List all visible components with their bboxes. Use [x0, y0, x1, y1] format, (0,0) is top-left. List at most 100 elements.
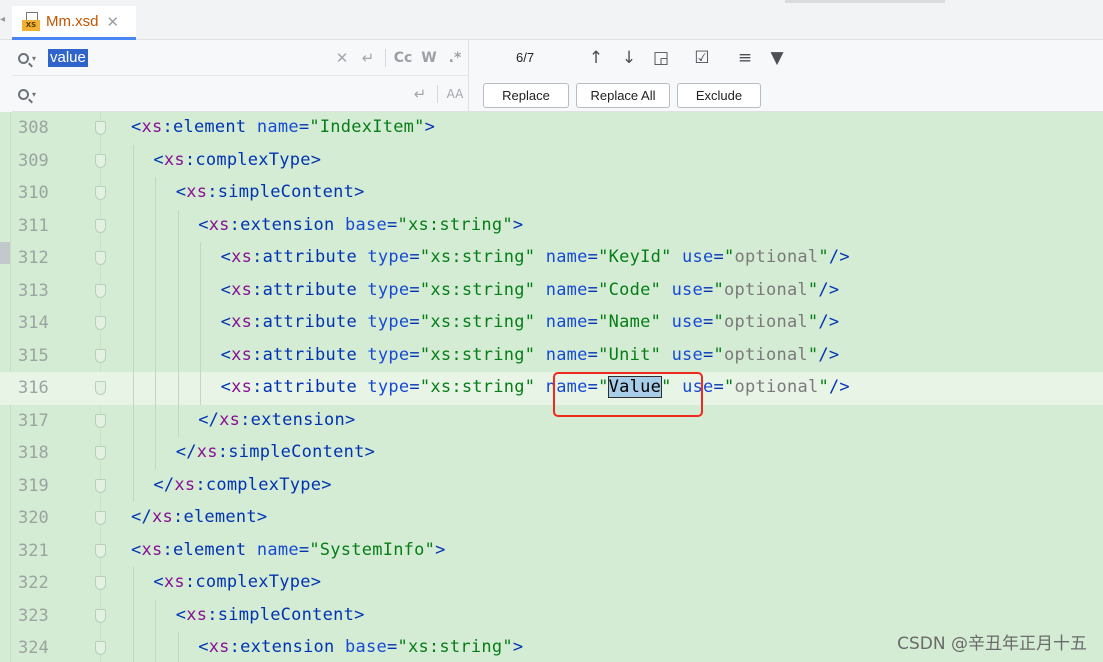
fold-marker-icon[interactable]	[95, 446, 106, 460]
code-line[interactable]: 310 <xs:simpleContent>	[0, 177, 1103, 210]
code-token: <	[220, 377, 232, 397]
code-token: "	[818, 247, 829, 267]
fold-marker-icon[interactable]	[95, 316, 106, 330]
code-line[interactable]: 313 <xs:attribute type="xs:string" name="…	[0, 274, 1103, 307]
code-token: xs	[163, 149, 185, 170]
code-token: use	[682, 247, 714, 267]
code-token: =	[713, 247, 725, 267]
line-number: 311	[18, 215, 49, 236]
match-case-icon[interactable]: Cc	[390, 50, 416, 66]
indent-guide	[133, 339, 134, 372]
code-line[interactable]: 309 <xs:complexType>	[0, 144, 1103, 177]
code-token: xs	[174, 474, 196, 495]
code-line[interactable]: 315 <xs:attribute type="xs:string" name="…	[0, 339, 1103, 372]
tab-mm-xsd[interactable]: XS Mm.xsd ✕	[12, 6, 136, 40]
arrow-down-icon[interactable]: ↓	[617, 46, 641, 70]
code-editor[interactable]: 308 <xs:element name="IndexItem"> 309 <xs:c…	[0, 112, 1103, 662]
fold-marker-icon[interactable]	[95, 641, 106, 655]
line-number: 324	[18, 638, 49, 658]
line-number: 317	[18, 410, 49, 431]
fold-marker-icon[interactable]	[95, 218, 106, 233]
close-icon[interactable]: ✕	[107, 13, 120, 31]
line-number: 308	[18, 118, 49, 138]
filter-icon[interactable]: ▼	[765, 46, 789, 70]
code-line[interactable]: 308 <xs:element name="IndexItem">	[0, 112, 1103, 145]
code-token: name	[256, 117, 299, 137]
code-token: <	[153, 572, 164, 592]
code-token: :attribute	[252, 344, 368, 365]
code-text: <xs:attribute type="xs:string" name="Val…	[220, 376, 850, 398]
search-history-icon[interactable]: ▾	[12, 52, 42, 64]
code-line[interactable]: 318 </xs:simpleContent>	[0, 437, 1103, 470]
code-token: >	[424, 117, 436, 137]
code-token: <	[131, 117, 142, 137]
filter-options-icon[interactable]: ≡	[733, 46, 757, 70]
code-token: use	[671, 279, 704, 300]
code-token: "	[713, 279, 725, 300]
select-all-occurrences-icon[interactable]: ☑	[690, 46, 714, 70]
clear-icon[interactable]: ✕	[329, 49, 355, 67]
code-token: />	[818, 344, 840, 365]
fold-marker-icon[interactable]	[95, 153, 106, 168]
fold-marker-icon[interactable]	[95, 478, 106, 493]
replace-history-icon[interactable]: ▾	[12, 88, 42, 100]
arrow-up-icon[interactable]: ↑	[584, 46, 608, 70]
fold-marker-icon[interactable]	[95, 381, 106, 395]
code-line[interactable]: 312 <xs:attribute type="xs:string" name="…	[0, 242, 1103, 275]
line-number: 319	[18, 475, 49, 496]
code-text: <xs:complexType>	[153, 572, 321, 592]
code-token: =	[587, 312, 599, 332]
code-text: <xs:element name="SystemInfo">	[131, 540, 446, 560]
fold-marker-icon[interactable]	[95, 576, 106, 590]
code-line[interactable]: 311 <xs:extension base="xs:string">	[0, 209, 1103, 242]
fold-marker-icon[interactable]	[95, 251, 106, 265]
preserve-case-icon[interactable]: AA	[442, 87, 468, 101]
whole-words-icon[interactable]: W	[416, 50, 442, 66]
code-line[interactable]: 321 <xs:element name="SystemInfo">	[0, 535, 1103, 568]
code-token: "xs:string"	[397, 214, 513, 235]
indent-guide	[133, 274, 134, 307]
code-line[interactable]: 320 </xs:element>	[0, 502, 1103, 535]
replace-button[interactable]: Replace	[483, 83, 569, 108]
code-line[interactable]: 323 <xs:simpleContent>	[0, 599, 1103, 632]
replace-row: ▾ ↵ AA	[12, 77, 468, 111]
fold-marker-icon[interactable]	[95, 543, 106, 558]
new-line-icon[interactable]: ↵	[355, 49, 381, 67]
search-input[interactable]: value	[48, 49, 88, 67]
code-token: "Code"	[598, 279, 672, 300]
new-line-icon[interactable]: ↵	[407, 85, 433, 103]
fold-marker-icon[interactable]	[95, 186, 106, 200]
code-line[interactable]: 316 <xs:attribute type="xs:string" name="…	[0, 372, 1103, 405]
code-token: xs	[141, 117, 163, 137]
regex-icon[interactable]: .*	[442, 50, 468, 66]
indent-guide	[177, 274, 179, 307]
fold-marker-icon[interactable]	[95, 348, 106, 363]
code-token: xs	[231, 344, 253, 365]
code-line[interactable]: 319 </xs:complexType>	[0, 469, 1103, 502]
code-line[interactable]: 322 <xs:complexType>	[0, 567, 1103, 600]
code-token: >	[321, 474, 332, 495]
fold-marker-icon[interactable]	[95, 121, 106, 135]
code-token: </	[131, 507, 152, 527]
code-token: xs	[208, 637, 230, 657]
line-number: 314	[18, 313, 49, 333]
code-line[interactable]: 317 </xs:extension>	[0, 404, 1103, 437]
code-line[interactable]: 314 <xs:attribute type="xs:string" name="…	[0, 307, 1103, 340]
indent-guide	[155, 632, 157, 662]
code-token: "xs:string"	[419, 247, 546, 267]
code-token: <	[153, 149, 164, 170]
code-token: :complexType	[184, 572, 311, 592]
indent-guide	[200, 339, 202, 372]
replace-all-button[interactable]: Replace All	[576, 83, 670, 108]
fold-marker-icon[interactable]	[95, 608, 106, 623]
fold-marker-icon[interactable]	[95, 413, 106, 428]
fold-marker-icon[interactable]	[95, 511, 106, 525]
exclude-button[interactable]: Exclude	[677, 83, 761, 108]
in-selection-icon[interactable]: ◲	[649, 46, 673, 70]
fold-marker-icon[interactable]	[95, 283, 106, 298]
code-token: :simpleContent	[207, 182, 355, 202]
code-text: <xs:attribute type="xs:string" name="Nam…	[221, 312, 840, 332]
code-token: :attribute	[252, 279, 368, 300]
tab-scroll-left-icon[interactable]: ◂	[0, 14, 5, 26]
code-token: xs	[151, 507, 173, 527]
